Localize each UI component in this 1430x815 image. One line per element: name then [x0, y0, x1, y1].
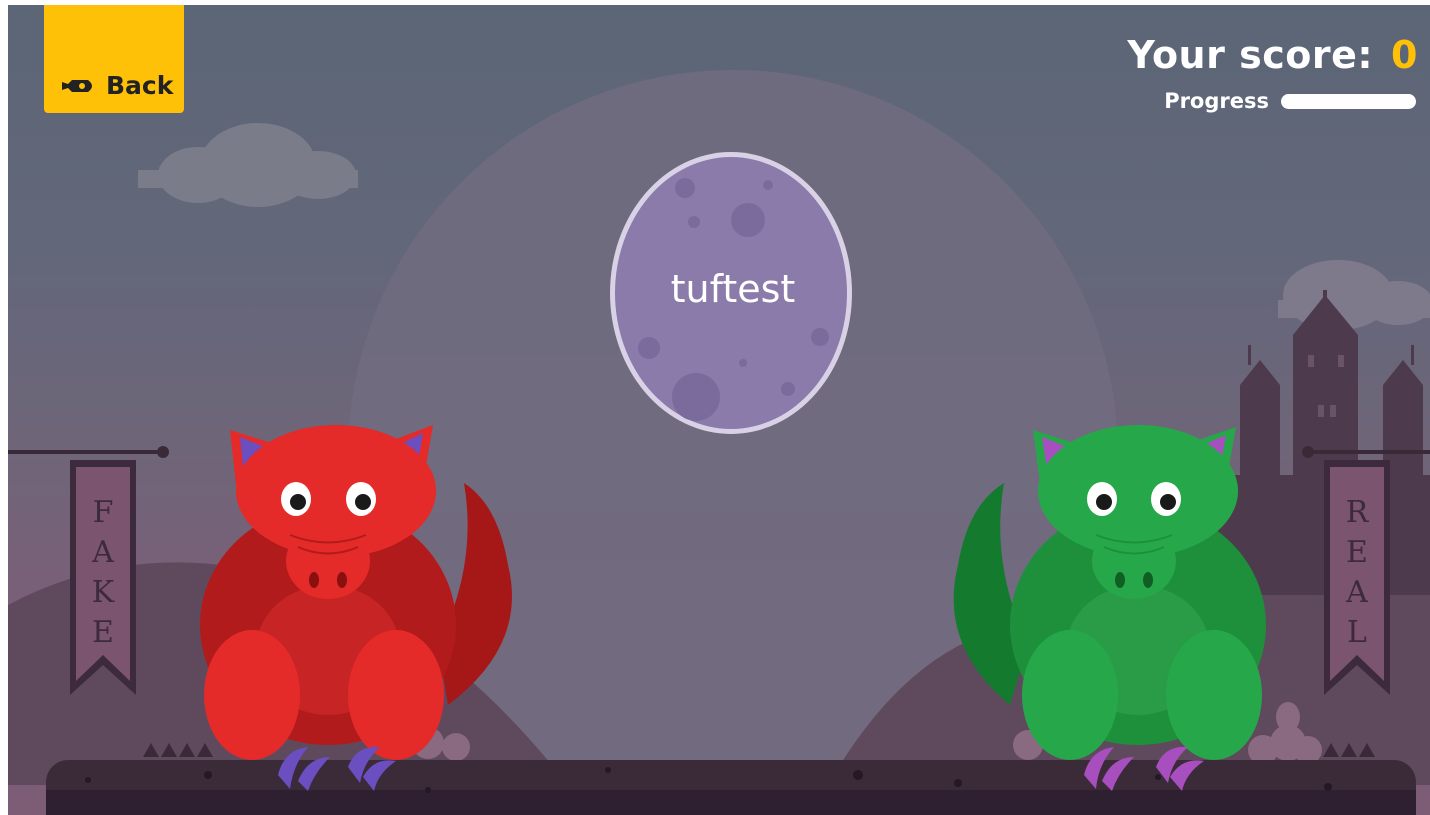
progress-bar [1281, 93, 1416, 109]
score-value: 0 [1391, 33, 1418, 77]
real-letter: R [1345, 495, 1369, 530]
score-label: Your score: [1127, 33, 1374, 77]
real-letter: L [1347, 615, 1367, 650]
fake-letter: A [92, 535, 114, 570]
rocket-icon [62, 80, 92, 92]
cloud-right [1278, 260, 1430, 330]
progress-row: Progress [1164, 89, 1416, 113]
word-egg[interactable] [610, 152, 852, 434]
fake-banner-letters: F A K E [83, 493, 123, 653]
score-display: Your score: 0 [1127, 33, 1418, 77]
game-stage: F A K E R E A L tuftest Back Your score:… [8, 5, 1430, 815]
cloud-left [138, 123, 358, 207]
real-banner-letters: R E A L [1337, 493, 1377, 653]
back-button-label: Back [106, 71, 174, 100]
progress-label: Progress [1164, 89, 1269, 113]
fake-letter: K [91, 575, 115, 610]
fake-letter: E [92, 615, 114, 650]
real-letter: A [1346, 575, 1368, 610]
scene-background [8, 70, 1430, 815]
fake-letter: F [92, 495, 114, 530]
real-letter: E [1346, 535, 1368, 570]
back-button[interactable]: Back [44, 5, 184, 113]
